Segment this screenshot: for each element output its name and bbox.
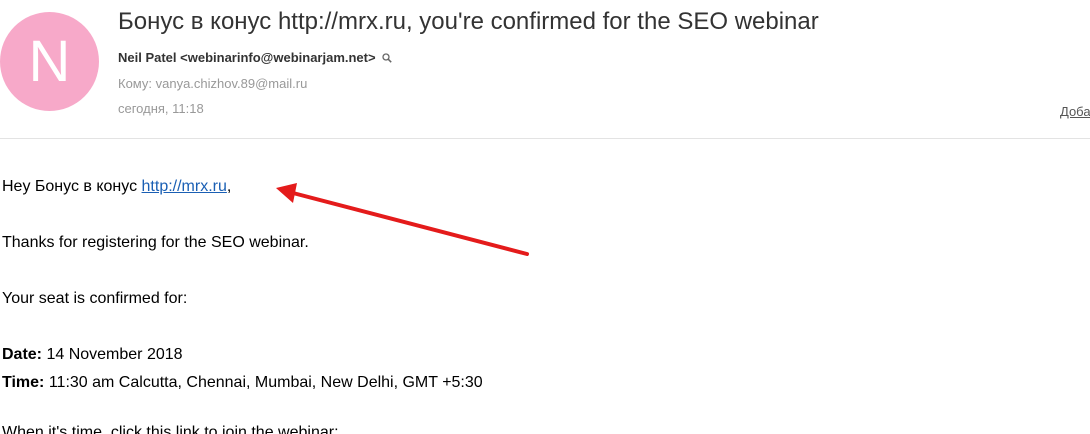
- greeting-suffix: ,: [226, 178, 232, 195]
- avatar: N: [0, 12, 99, 111]
- add-contact-link[interactable]: Доба: [1060, 104, 1090, 119]
- time-line: Time: 11:30 am Calcutta, Chennai, Mumbai…: [2, 374, 483, 392]
- greeting-text: Hey Бонус в конус: [2, 178, 142, 195]
- date-value: 14 November 2018: [42, 346, 183, 363]
- sender-name[interactable]: Neil Patel <webinarinfo@webinarjam.net>: [118, 50, 376, 65]
- time-value: 11:30 am Calcutta, Chennai, Mumbai, New …: [44, 374, 483, 391]
- search-icon[interactable]: [381, 52, 392, 63]
- cut-off-line: When it's time, click this link to join …: [2, 424, 339, 434]
- greeting-line: Hey Бонус в конус http://mrx.ru,: [2, 178, 231, 196]
- date-label: Date:: [2, 346, 43, 363]
- email-subject: Бонус в конус http://mrx.ru, you're conf…: [118, 8, 819, 35]
- seat-line: Your seat is confirmed for:: [2, 290, 188, 307]
- recipient-line: Кому: vanya.chizhov.89@mail.ru: [118, 76, 308, 91]
- red-arrow-annotation: [276, 183, 529, 256]
- sender-line[interactable]: Neil Patel <webinarinfo@webinarjam.net>: [118, 50, 392, 65]
- thanks-line: Thanks for registering for the SEO webin…: [2, 234, 309, 251]
- date-line: Date: 14 November 2018: [2, 346, 183, 364]
- avatar-letter: N: [28, 29, 71, 94]
- time-label: Time:: [2, 374, 45, 391]
- header-divider: [0, 138, 1090, 139]
- greeting-link[interactable]: http://mrx.ru: [142, 178, 227, 195]
- email-view: N Бонус в конус http://mrx.ru, you're co…: [0, 0, 1090, 434]
- email-date: сегодня, 11:18: [118, 101, 204, 116]
